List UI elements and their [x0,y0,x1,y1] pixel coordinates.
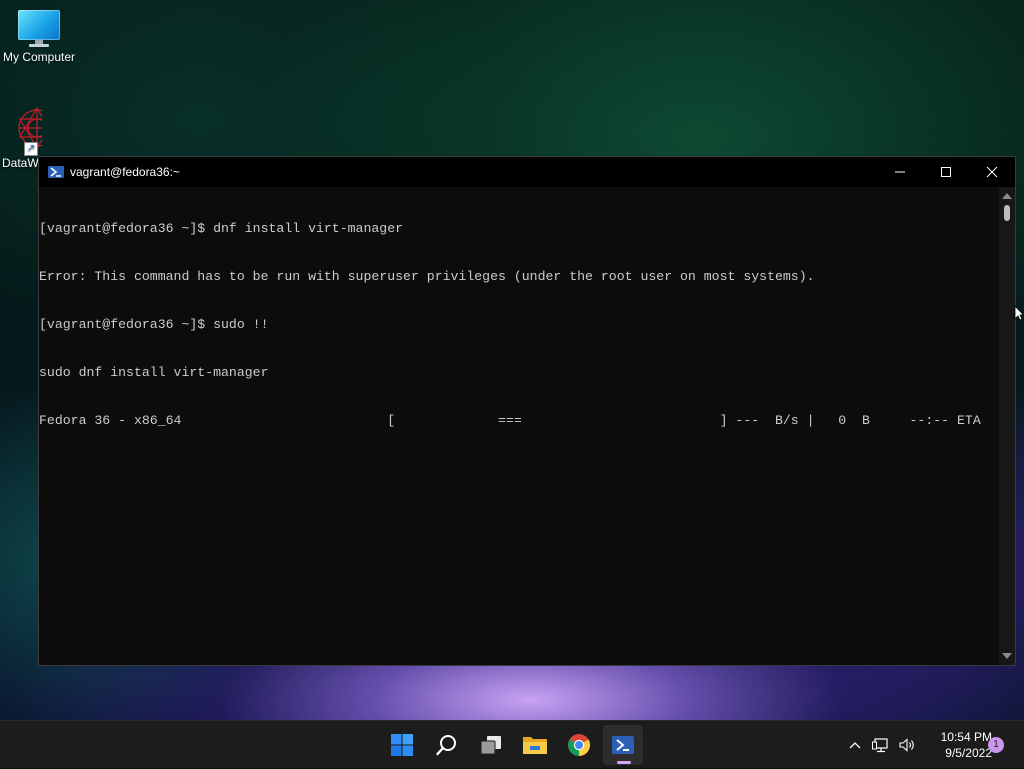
minimize-icon [895,171,905,173]
start-button[interactable] [382,725,422,765]
window-title: vagrant@fedora36:~ [70,165,180,179]
terminal-output[interactable]: [vagrant@fedora36 ~]$ dnf install virt-m… [39,187,1000,665]
network-icon [872,738,888,753]
scroll-thumb[interactable] [1004,205,1010,221]
terminal-line: [vagrant@fedora36 ~]$ sudo !! [39,317,269,332]
mouse-pointer-icon [1014,305,1024,321]
maximize-button[interactable] [923,157,969,187]
network-button[interactable] [868,737,894,753]
notification-badge[interactable]: 1 [988,737,1004,753]
close-button[interactable] [969,157,1015,187]
clock-time: 10:54 PM [940,730,992,744]
taskbar: 10:54 PM 9/5/2022 1 [0,720,1024,768]
terminal-line: [vagrant@fedora36 ~]$ dnf install virt-m… [39,221,404,236]
file-explorer-icon [523,737,547,754]
system-tray [846,721,920,769]
dataw-logo-icon: ↗ [10,104,42,156]
task-view-button[interactable] [471,725,511,765]
minimize-button[interactable] [877,157,923,187]
scroll-up-arrow-icon[interactable] [1002,193,1012,199]
terminal-line: Error: This command has to be run with s… [39,269,815,284]
chevron-up-icon [849,742,861,749]
taskbar-clock[interactable]: 10:54 PM 9/5/2022 [922,729,992,761]
clock-date: 9/5/2022 [945,746,992,760]
search-button[interactable] [427,725,467,765]
computer-icon [18,10,60,48]
start-icon [391,734,413,756]
window-titlebar[interactable]: vagrant@fedora36:~ [39,157,1015,187]
shortcut-arrow-icon: ↗ [24,142,38,156]
chrome-icon [568,734,590,756]
volume-button[interactable] [894,737,920,753]
volume-icon [899,738,914,752]
show-hidden-icons-button[interactable] [846,741,864,749]
desktop-icon-my-computer[interactable]: My Computer [0,10,78,64]
terminal-line: Fedora 36 - x86_64 [ === ] --- B/s | 0 B… [39,413,981,428]
file-explorer-button[interactable] [515,725,555,765]
desktop-icon-label: DataW [2,156,39,170]
terminal-taskbar-button[interactable] [603,725,643,765]
task-view-icon [480,736,501,755]
close-icon [986,166,998,178]
search-icon [436,735,456,756]
terminal-icon [612,736,634,754]
vertical-scrollbar[interactable] [999,187,1015,665]
scroll-down-arrow-icon[interactable] [1002,653,1012,659]
terminal-window[interactable]: vagrant@fedora36:~ [vagrant@fedora36 ~]$… [38,156,1016,666]
terminal-line: sudo dnf install virt-manager [39,365,269,380]
desktop-icon-label: My Computer [2,50,76,64]
desktop-icon-dataw[interactable]: ↗ DataW [0,104,42,170]
active-app-indicator [617,761,631,764]
powershell-icon [48,166,64,178]
chrome-button[interactable] [559,725,599,765]
maximize-icon [941,167,951,177]
